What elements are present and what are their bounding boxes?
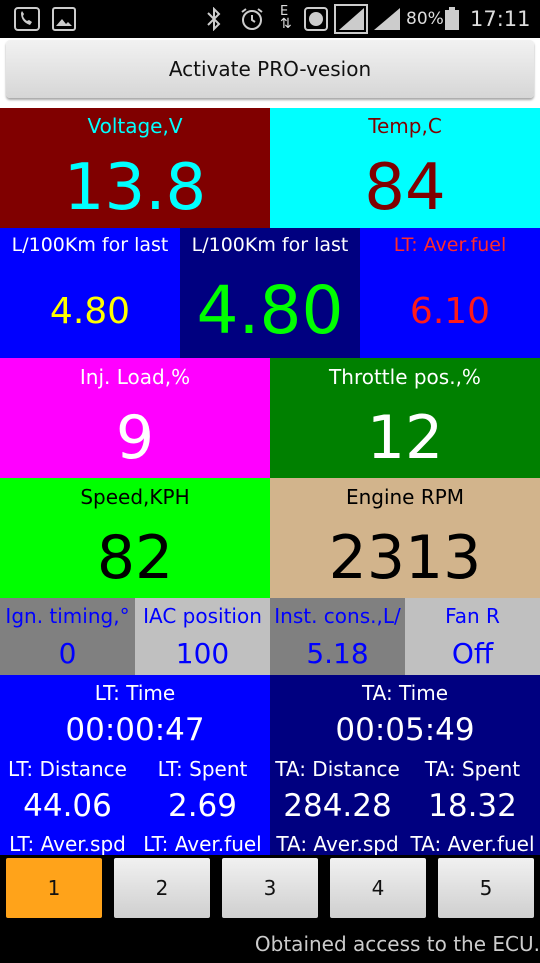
inst-cons-tile[interactable]: Inst. cons.,L/ 5.18	[270, 598, 405, 675]
tab-5[interactable]: 5	[438, 858, 534, 918]
tab-4[interactable]: 4	[330, 858, 426, 918]
tab-1[interactable]: 1	[6, 858, 102, 918]
fan-value: Off	[451, 637, 494, 670]
rpm-label: Engine RPM	[345, 485, 465, 509]
fuel-center-tile[interactable]: L/100Km for last 4.80	[180, 228, 360, 358]
throttle-label: Throttle pos.,%	[329, 365, 481, 389]
iac-tile[interactable]: IAC position 100	[135, 598, 270, 675]
missed-call-icon	[14, 7, 40, 31]
globe-icon	[304, 7, 328, 31]
speed-value: 82	[96, 523, 174, 593]
network-type-icon: E ⇅	[280, 4, 292, 32]
fuel-center-value: 4.80	[196, 272, 344, 349]
activate-pro-button[interactable]: Activate PRO-vesion	[6, 40, 534, 98]
iac-label: IAC position	[143, 604, 262, 628]
lt-trip-panel[interactable]: LT: Time 00:00:47 LT: Distance LT: Spent…	[0, 675, 270, 855]
lt-aver-fuel-value: 6.10	[409, 291, 491, 332]
lt-spent-label: LT: Spent	[157, 757, 248, 781]
speed-label: Speed,KPH	[80, 485, 190, 509]
lt-time-value: 00:00:47	[65, 712, 205, 748]
lt-aver-fuel-bottom-label: LT: Aver.fuel	[143, 832, 262, 855]
fuel-left-tile[interactable]: L/100Km for last 4.80	[0, 228, 180, 358]
top-button-area: Activate PRO-vesion	[0, 38, 540, 108]
ta-trip-panel[interactable]: TA: Time 00:05:49 TA: Distance TA: Spent…	[270, 675, 540, 855]
inst-cons-label: Inst. cons.,L/	[274, 604, 401, 628]
temp-value: 84	[364, 151, 446, 225]
rpm-tile[interactable]: Engine RPM 2313	[270, 478, 540, 598]
speed-tile[interactable]: Speed,KPH 82	[0, 478, 270, 598]
ta-distance-value: 284.28	[283, 788, 392, 824]
battery-icon	[444, 7, 460, 31]
page-tab-bar: 1 2 3 4 5	[0, 855, 540, 925]
tab-3[interactable]: 3	[222, 858, 318, 918]
inj-load-value: 9	[115, 403, 155, 473]
fuel-left-label: L/100Km for last	[11, 234, 169, 256]
lt-time-label: LT: Time	[94, 681, 176, 705]
lt-distance-value: 44.06	[23, 788, 112, 824]
ta-aver-fuel-label: TA: Aver.fuel	[410, 832, 535, 855]
lt-distance-label: LT: Distance	[8, 757, 127, 781]
battery-percent: 80%	[406, 9, 444, 29]
rpm-value: 2313	[328, 523, 482, 593]
ta-aver-spd-label: TA: Aver.spd	[276, 832, 399, 855]
ign-timing-value: 0	[58, 637, 77, 670]
ta-time-label: TA: Time	[361, 681, 449, 705]
throttle-tile[interactable]: Throttle pos.,% 12	[270, 358, 540, 478]
ign-timing-label: Ign. timing,°	[5, 604, 130, 628]
throttle-value: 12	[366, 403, 444, 473]
bluetooth-icon	[205, 6, 223, 32]
iac-value: 100	[175, 637, 230, 670]
clock-time: 17:11	[470, 7, 531, 31]
signal-icon-1	[334, 4, 368, 34]
temp-tile[interactable]: Temp,C 84	[270, 108, 540, 228]
gallery-icon	[52, 7, 76, 31]
temp-label: Temp,C	[368, 114, 442, 138]
ta-time-value: 00:05:49	[335, 712, 475, 748]
lt-aver-fuel-tile[interactable]: LT: Aver.fuel 6.10	[360, 228, 540, 358]
signal-icon-2	[372, 7, 402, 31]
inst-cons-value: 5.18	[306, 637, 369, 670]
status-bar: E ⇅ 80% 17:11	[0, 0, 540, 38]
inj-load-label: Inj. Load,%	[79, 365, 191, 389]
inj-load-tile[interactable]: Inj. Load,% 9	[0, 358, 270, 478]
voltage-label: Voltage,V	[87, 114, 183, 138]
alarm-icon	[240, 7, 264, 31]
lt-aver-fuel-label: LT: Aver.fuel	[393, 234, 507, 256]
lt-aver-spd-label: LT: Aver.spd	[9, 832, 126, 855]
tab-2[interactable]: 2	[114, 858, 210, 918]
ta-spent-value: 18.32	[428, 788, 517, 824]
status-message: Obtained access to the ECU.	[0, 925, 540, 960]
fuel-center-label: L/100Km for last	[191, 234, 349, 256]
ign-timing-tile[interactable]: Ign. timing,° 0	[0, 598, 135, 675]
fuel-left-value: 4.80	[49, 291, 131, 332]
voltage-tile[interactable]: Voltage,V 13.8	[0, 108, 270, 228]
fan-label: Fan R	[445, 604, 500, 628]
ta-distance-label: TA: Distance	[275, 757, 400, 781]
fan-tile[interactable]: Fan R Off	[405, 598, 540, 675]
ta-spent-label: TA: Spent	[424, 757, 521, 781]
voltage-value: 13.8	[63, 151, 207, 225]
lt-spent-value: 2.69	[167, 788, 238, 824]
